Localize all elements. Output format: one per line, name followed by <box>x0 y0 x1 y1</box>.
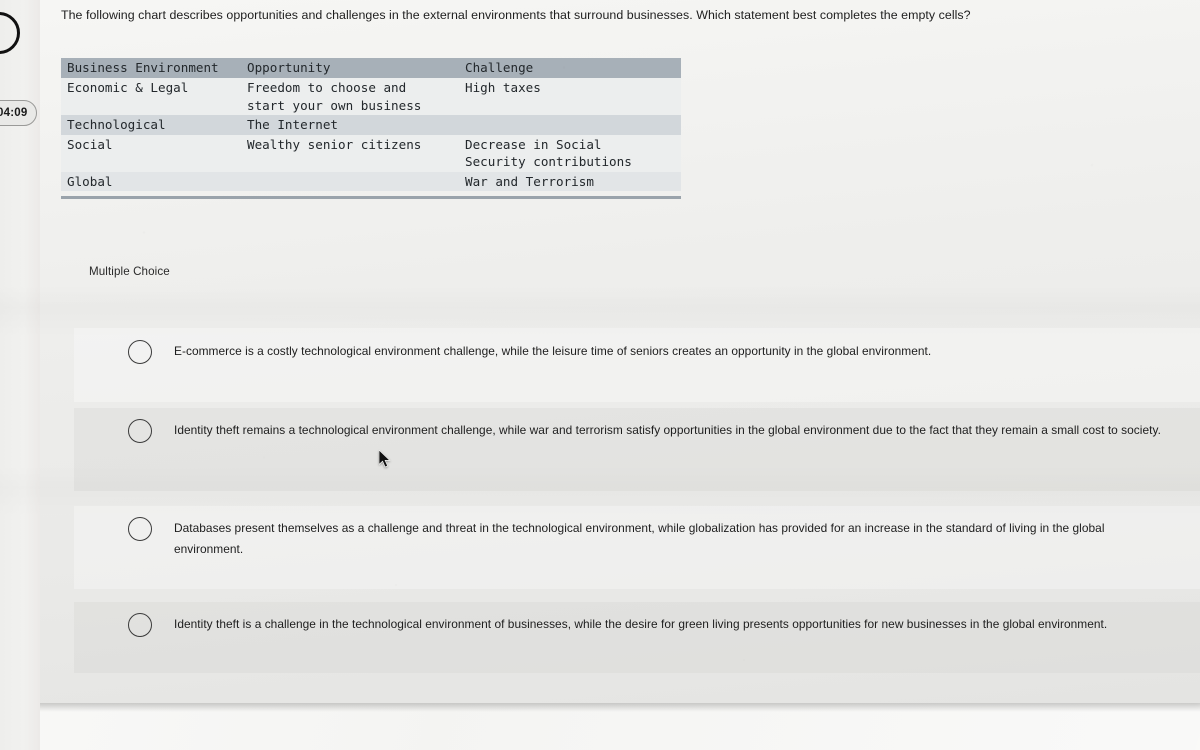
answer-option-label: Identity theft is a challenge in the tec… <box>174 617 1108 631</box>
radio-button-icon[interactable] <box>128 517 152 541</box>
answer-option-a[interactable]: E-commerce is a costly technological env… <box>74 328 1200 402</box>
chart-row: Economic & Legal Freedom to choose and s… <box>61 78 681 115</box>
chart-cell-challenge: High taxes <box>459 78 681 115</box>
question-stem: The following chart describes opportunit… <box>61 8 971 22</box>
chart-cell-environment: Social <box>61 134 241 172</box>
chart-row: Social Wealthy senior citizens Decrease … <box>61 134 681 172</box>
page-background: The following chart describes opportunit… <box>0 0 1200 750</box>
chart-col-header-challenge: Challenge <box>459 58 681 78</box>
answer-option-label: Identity theft remains a technological e… <box>174 423 1161 437</box>
answer-option-label: E-commerce is a costly technological env… <box>174 344 932 358</box>
chart-row: Global War and Terrorism <box>61 171 681 191</box>
chart-cell-challenge: Decrease in Social Security contribution… <box>459 134 681 172</box>
answer-option-label: Databases present themselves as a challe… <box>174 521 1105 556</box>
chart-bottom-rule <box>61 196 681 199</box>
circle-outline-icon <box>0 12 20 54</box>
radio-button-icon[interactable] <box>128 613 152 637</box>
radio-button-icon[interactable] <box>128 419 152 443</box>
chart-cell-opportunity: Freedom to choose and start your own bus… <box>241 78 459 115</box>
answer-option-b[interactable]: Identity theft remains a technological e… <box>74 408 1200 491</box>
radio-button-icon[interactable] <box>128 340 152 364</box>
question-type-label: Multiple Choice <box>89 265 170 278</box>
chart-cell-challenge <box>459 115 681 135</box>
chart-header-row: Business Environment Opportunity Challen… <box>61 58 681 78</box>
chart-row: Technological The Internet <box>61 115 681 135</box>
chart-table: Business Environment Opportunity Challen… <box>61 58 681 191</box>
chart-col-header-environment: Business Environment <box>61 58 241 78</box>
timer-chip-icon: :04:09 <box>0 100 38 126</box>
chart-cell-challenge: War and Terrorism <box>459 171 681 191</box>
answer-option-c[interactable]: Databases present themselves as a challe… <box>74 506 1200 589</box>
chart-cell-environment: Economic & Legal <box>61 78 241 115</box>
chart-cell-opportunity <box>241 171 459 191</box>
chart-cell-environment: Technological <box>61 115 241 135</box>
chart-cell-opportunity: The Internet <box>241 115 459 135</box>
question-card: The following chart describes opportunit… <box>37 0 1200 703</box>
card-drop-shadow <box>37 703 1200 712</box>
business-environment-chart: Business Environment Opportunity Challen… <box>61 58 686 199</box>
answer-option-d[interactable]: Identity theft is a challenge in the tec… <box>74 602 1200 673</box>
left-rail: :04:09 <box>0 0 40 750</box>
chart-cell-opportunity: Wealthy senior citizens <box>241 134 459 172</box>
chart-col-header-opportunity: Opportunity <box>241 58 459 78</box>
chart-cell-environment: Global <box>61 171 241 191</box>
